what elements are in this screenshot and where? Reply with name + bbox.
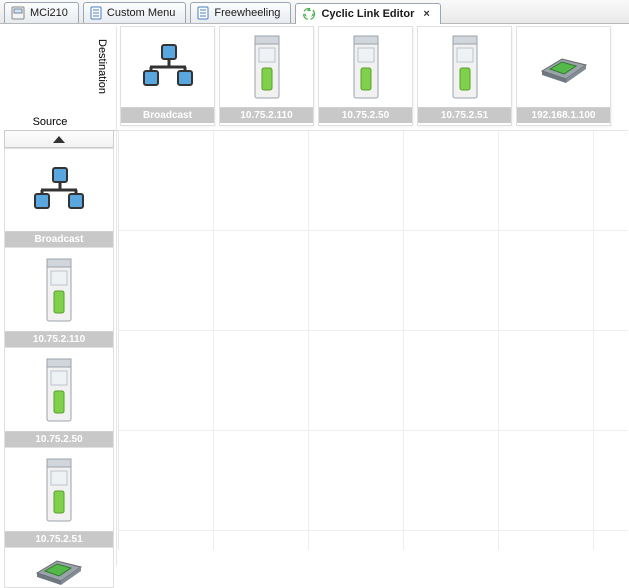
module-icon bbox=[31, 548, 87, 587]
item-label: 10.75.2.50 bbox=[5, 431, 113, 447]
source-item[interactable]: 10.75.2.51 bbox=[4, 448, 114, 548]
item-label: 192.168.1.100 bbox=[517, 107, 610, 123]
source-item[interactable]: 10.75.2.50 bbox=[4, 348, 114, 448]
drive-icon bbox=[351, 27, 381, 107]
tab-label: MCi210 bbox=[30, 7, 68, 19]
item-label: 10.75.2.51 bbox=[5, 531, 113, 547]
tab-cyclic-link-editor[interactable]: Cyclic Link Editor × bbox=[295, 3, 440, 24]
tab-label: Freewheeling bbox=[214, 7, 280, 19]
network-icon bbox=[29, 149, 89, 231]
destination-item-broadcast[interactable]: Broadcast bbox=[120, 26, 215, 126]
tab-bar: MCi210 Custom Menu Freewheeling Cyclic L… bbox=[0, 0, 629, 24]
destination-row: Broadcast 10.75.2.110 10.75.2.50 10.75.2… bbox=[120, 26, 611, 126]
document-icon bbox=[197, 6, 209, 20]
drive-icon bbox=[44, 248, 74, 331]
destination-item[interactable]: 192.168.1.100 bbox=[516, 26, 611, 126]
destination-item[interactable]: 10.75.2.50 bbox=[318, 26, 413, 126]
network-icon bbox=[138, 27, 198, 107]
tab-freewheeling[interactable]: Freewheeling bbox=[190, 2, 291, 23]
item-label: Broadcast bbox=[5, 231, 113, 247]
item-label: 10.75.2.50 bbox=[319, 107, 412, 123]
device-icon bbox=[11, 6, 25, 20]
source-column: Broadcast 10.75.2.110 10.75.2.50 10.75.2… bbox=[4, 148, 114, 588]
source-header: Source bbox=[10, 116, 90, 128]
destination-header: Destination bbox=[92, 28, 108, 106]
tab-label: Cyclic Link Editor bbox=[321, 8, 414, 20]
tab-custom-menu[interactable]: Custom Menu bbox=[83, 2, 186, 23]
drive-icon bbox=[252, 27, 282, 107]
drive-icon bbox=[44, 448, 74, 531]
close-icon[interactable]: × bbox=[423, 8, 429, 20]
drive-icon bbox=[450, 27, 480, 107]
destination-item[interactable]: 10.75.2.110 bbox=[219, 26, 314, 126]
source-item[interactable] bbox=[4, 548, 114, 588]
document-icon bbox=[90, 6, 102, 20]
destination-item[interactable]: 10.75.2.51 bbox=[417, 26, 512, 126]
item-label: Broadcast bbox=[121, 107, 214, 123]
item-label: 10.75.2.51 bbox=[418, 107, 511, 123]
tab-label: Custom Menu bbox=[107, 7, 175, 19]
drive-icon bbox=[44, 348, 74, 431]
link-matrix-grid[interactable] bbox=[118, 130, 628, 550]
editor-content: Destination Source Broadcast 10.75.2.110… bbox=[0, 24, 629, 543]
scroll-up-button[interactable] bbox=[4, 130, 114, 148]
item-label: 10.75.2.110 bbox=[5, 331, 113, 347]
source-item-broadcast[interactable]: Broadcast bbox=[4, 148, 114, 248]
item-label: 10.75.2.110 bbox=[220, 107, 313, 123]
module-icon bbox=[536, 27, 592, 107]
divider bbox=[116, 26, 117, 566]
tab-mci210[interactable]: MCi210 bbox=[4, 2, 79, 23]
source-item[interactable]: 10.75.2.110 bbox=[4, 248, 114, 348]
recycle-icon bbox=[302, 7, 316, 21]
